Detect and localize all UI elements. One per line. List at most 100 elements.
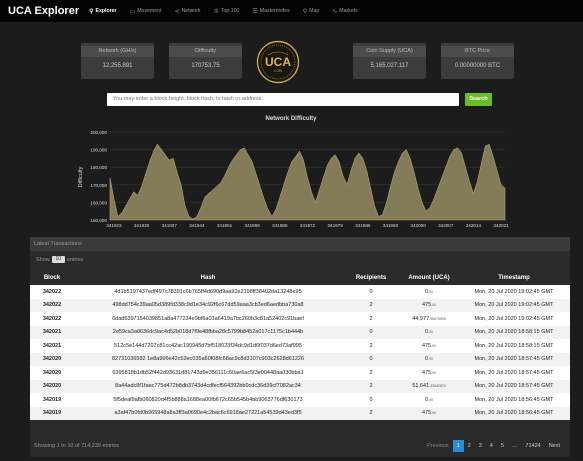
table-row[interactable]: 342019 a3af47b0fd0b965948a8a3ff3a0690e4c2… [30,406,570,421]
chart-y-axis-label: Difficulty [78,166,84,187]
nav-item-label: Markets [339,8,358,14]
network-stat-card: Network (GH/s) 12,255.891 [81,43,154,79]
nav-item-map[interactable]: ⚲ Map [303,8,320,15]
amount-cell: 475.00 [400,299,458,313]
logo-subtext: COIN [274,69,283,73]
table-row[interactable]: 342020 6395818b1db52f442d93631d81743d9e35… [30,366,570,380]
x-tick-label: 341958 [245,223,261,228]
amount-integer: 475 [421,369,432,376]
table-row[interactable]: 342020 8a44adc8f1faac775d472b8db3743d4cdf… [30,379,570,394]
network-icon: ≺ [174,8,180,15]
y-tick-label: 170,000 [90,183,107,188]
table-row[interactable]: 342022 4d1b5197437edf497c78391c6b765ff4d6… [30,285,570,299]
nav-item-masternodes[interactable]: ☰ Masternodes [252,8,289,15]
btc-price-stat-label: BTC Price [441,46,514,57]
pagination-previous-button[interactable]: Previous [423,440,452,452]
search-button[interactable]: Search [465,93,492,106]
chart-icon: ∿ [332,8,338,15]
y-tick-label: 190,000 [90,148,107,153]
table-row[interactable]: 342022 6dad6397154039851a8a477234e9bf6a03… [30,312,570,326]
pagination-page-button[interactable]: 1 [452,440,464,452]
table-row[interactable]: 342020 82731036582 1e8a996e42c63ec035a60f… [30,352,570,367]
top-navbar: UCA Explorer ⚲ Explorer ▭ Movement ≺ Network ♔… [0,0,583,22]
column-header-block[interactable]: Block [30,270,74,285]
block-cell[interactable]: 342020 [30,380,74,394]
y-tick-label: 180,000 [90,165,107,170]
hash-cell[interactable]: 512c5e144d7207c81cc42ac190945d7bf518023f… [74,339,342,353]
pagination-page-button[interactable]: 71424 [521,440,544,452]
block-cell[interactable]: 342020 [30,353,74,367]
nav-item-top-100[interactable]: ♔ Top 100 [214,8,240,15]
amount-decimal: .00 [431,303,437,308]
table-row[interactable]: 342022 498dd754c39aa05d389fd338c9d1e34c92… [30,298,570,313]
nav-item-network[interactable]: ≺ Network [174,8,200,15]
network-stat-value: 12,255.891 [102,63,133,69]
amount-cell: 475.00 [400,407,458,421]
hash-cell[interactable]: a3af47b0fd0b965948a8a3ff3a0690e4c2bac6c6… [74,407,342,421]
x-tick-label: 341930 [134,223,150,228]
table-row[interactable]: 342021 512c5e144d7207c81cc42ac190945d7bf5… [30,339,570,353]
table-row[interactable]: 342021 2e59ca3a0636dc9ac4d52b018d7f9e48fb… [30,325,570,340]
pagination: Previous 1 2 3 4 5… 71424 Next [423,440,564,452]
nav-item-explorer[interactable]: ⚲ Explorer [89,8,116,15]
column-header-hash[interactable]: Hash [74,270,342,285]
pagination-page-button[interactable]: … [508,440,522,452]
timestamp-cell: Mon, 20 Jul 2020 19:02:45 GMT [474,302,554,309]
pagination-page-button[interactable]: 5 [497,440,508,452]
brand-title[interactable]: UCA Explorer [8,5,79,17]
pagination-page-button[interactable]: 4 [486,440,497,452]
recipients-cell: 0 [369,288,373,295]
hash-cell[interactable]: 82731036582 1e8a996e42c63ec035a60f08fc68… [74,353,342,367]
hash-cell[interactable]: 6395818b1db52f442d93631d81743d9e356111c6… [74,366,342,380]
amount-decimal: .00 [428,357,433,362]
latest-transactions-panel: Latest Transactions Show 10 entries Bloc… [30,237,570,457]
block-cell[interactable]: 342022 [30,285,74,299]
block-cell[interactable]: 342021 [30,326,74,340]
entries-label: entries [66,256,84,263]
search-input[interactable] [107,93,459,106]
block-cell[interactable]: 342019 [30,407,74,421]
block-cell[interactable]: 342022 [30,299,74,313]
amount-cell: 44,977.55675095 [400,312,458,326]
timestamp-cell: Mon, 20 Jul 2020 19:02:45 GMT [474,315,554,322]
pagination-page-button[interactable]: 2 [464,440,475,452]
column-header-amount[interactable]: Amount (UCA) [400,270,458,285]
hash-cell[interactable]: 2e59ca3a0636dc9ac4d52b018d7f9e48fbba28c5… [74,326,342,340]
x-tick-label: 341993 [383,223,399,228]
block-cell[interactable]: 342020 [30,366,74,380]
amount-decimal: .00 [428,330,433,335]
amount-decimal: .33342874 [429,384,446,389]
chart-title: Network Difficulty [265,116,317,122]
hash-cell[interactable]: 5f5deaf9afb060820d4f5b888a1688ea00fb672c… [74,393,342,407]
hash-cell[interactable]: 498dd754c39aa05d389fd338c9d1e34c92f6c67d… [74,299,342,313]
column-header-recipients[interactable]: Recipients [342,270,400,285]
block-cell[interactable]: 342019 [30,393,74,407]
nav-item-markets[interactable]: ∿ Markets [332,8,357,15]
entries-length-control: Show 10 entries [36,256,83,263]
timestamp-cell: Mon, 20 Jul 2020 18:56:45 GMT [474,396,554,403]
amount-integer: 475 [421,410,432,417]
network-difficulty-chart: Network Difficulty Difficulty 150,000 160… [78,116,509,228]
pagination-page-button[interactable]: 3 [475,440,486,452]
x-tick-label: 341923 [106,223,122,228]
entries-select[interactable]: 10 [51,256,65,263]
amount-cell: 0.00 [400,393,458,407]
block-cell[interactable]: 342022 [30,312,74,326]
hash-cell[interactable]: 4d1b5197437edf497c78391c6b765ff4d690d9aa… [74,285,342,299]
recipients-cell: 2 [369,369,373,376]
nav-item-movement[interactable]: ▭ Movement [130,8,162,15]
amount-cell: 0.00 [400,326,458,340]
amount-decimal: .00 [428,397,433,402]
amount-decimal: .00 [431,411,437,416]
table-row[interactable]: 342019 5f5deaf9afb060820d4f5b888a1688ea00… [30,393,570,407]
pagination-next-button[interactable]: Next [545,440,564,452]
amount-decimal: .00 [431,370,437,375]
hash-cell[interactable]: 6dad6397154039851a8a477234e9bf6a03a6419a… [74,312,342,326]
hash-cell[interactable]: 8a44adc8f1faac775d472b8db3743d4cdfecf564… [74,380,342,394]
recipients-cell: 0 [369,356,373,363]
timestamp-cell: Mon, 20 Jul 2020 18:57:45 GMT [474,356,554,363]
column-header-timestamp[interactable]: Timestamp [458,270,570,285]
panel-heading: Latest Transactions [30,237,570,251]
block-cell[interactable]: 342021 [30,339,74,353]
timestamp-cell: Mon, 20 Jul 2020 18:58:15 GMT [474,342,554,349]
